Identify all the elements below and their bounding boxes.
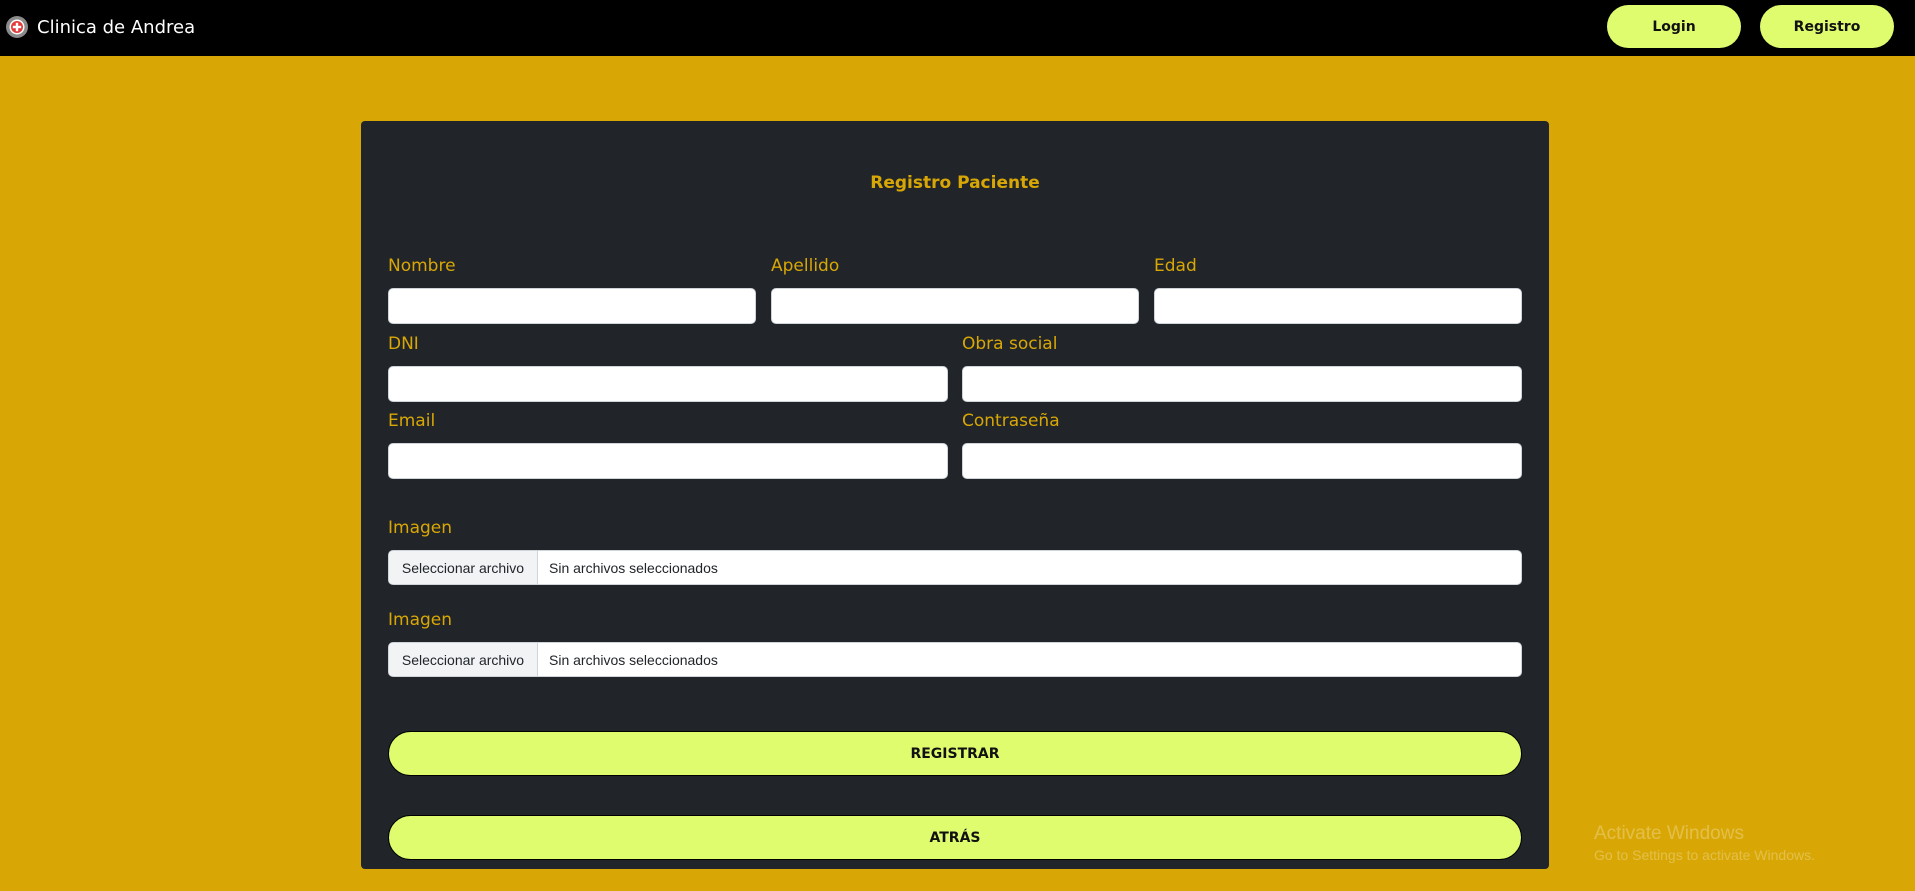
contrasena-label: Contraseña — [962, 411, 1060, 431]
nombre-input[interactable] — [388, 288, 756, 324]
login-button[interactable]: Login — [1607, 5, 1741, 48]
atras-button[interactable]: ATRÁS — [388, 815, 1522, 860]
registrar-button[interactable]: REGISTRAR — [388, 731, 1522, 776]
select-file-button-1[interactable]: Seleccionar archivo — [389, 551, 538, 584]
imagen-file-input-2[interactable]: Seleccionar archivo Sin archivos selecci… — [388, 642, 1522, 677]
navbar: Clinica de Andrea Login Registro — [0, 0, 1915, 56]
dni-input[interactable] — [388, 366, 948, 402]
brand-link[interactable]: Clinica de Andrea — [6, 14, 195, 40]
file-status-2: Sin archivos seleccionados — [549, 651, 718, 668]
windows-activation-watermark: Activate Windows Go to Settings to activ… — [1594, 823, 1815, 863]
medical-cross-icon — [6, 16, 28, 38]
apellido-label: Apellido — [771, 256, 840, 276]
form-title: Registro Paciente — [870, 173, 1040, 193]
select-file-button-2[interactable]: Seleccionar archivo — [389, 643, 538, 676]
edad-input[interactable] — [1154, 288, 1522, 324]
email-input[interactable] — [388, 443, 948, 479]
imagen-label-1: Imagen — [388, 518, 453, 538]
imagen-label-2: Imagen — [388, 610, 453, 630]
file-status-1: Sin archivos seleccionados — [549, 559, 718, 576]
brand-name: Clinica de Andrea — [37, 16, 196, 38]
obra-social-input[interactable] — [962, 366, 1522, 402]
apellido-input[interactable] — [771, 288, 1139, 324]
nombre-label: Nombre — [388, 256, 456, 276]
watermark-subtitle: Go to Settings to activate Windows. — [1594, 847, 1815, 863]
email-label: Email — [388, 411, 436, 431]
registro-button[interactable]: Registro — [1760, 5, 1894, 48]
obra-social-label: Obra social — [962, 334, 1058, 354]
edad-label: Edad — [1154, 256, 1197, 276]
contrasena-input[interactable] — [962, 443, 1522, 479]
imagen-file-input-1[interactable]: Seleccionar archivo Sin archivos selecci… — [388, 550, 1522, 585]
registration-card: Registro Paciente Nombre Apellido Edad D… — [361, 121, 1549, 869]
watermark-title: Activate Windows — [1594, 823, 1744, 844]
dni-label: DNI — [388, 334, 419, 354]
